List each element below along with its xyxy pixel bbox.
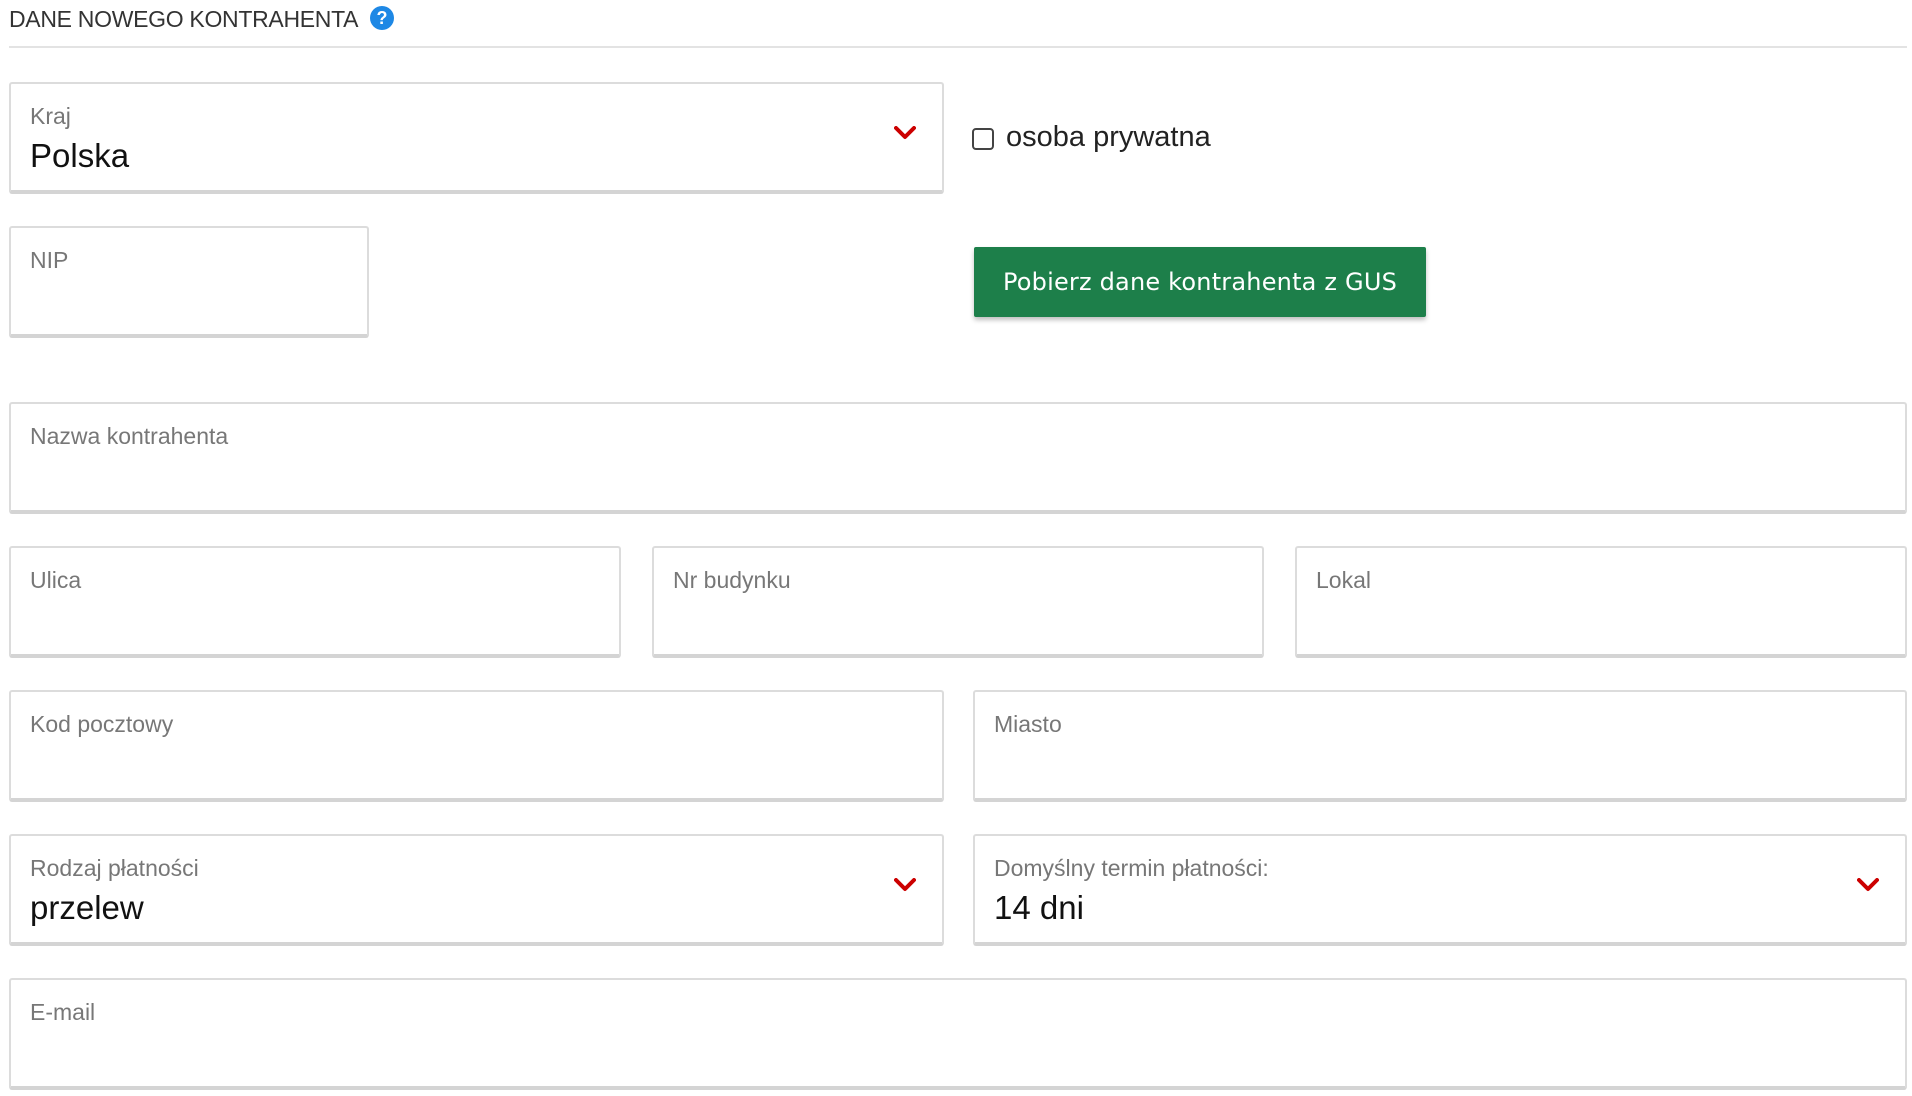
unit-label: Lokal xyxy=(1316,567,1371,593)
nip-field[interactable]: NIP xyxy=(9,226,369,338)
payment-term-label: Domyślny termin płatności: xyxy=(994,855,1269,881)
payment-type-select[interactable]: Rodzaj płatności przelew xyxy=(9,834,944,946)
street-field[interactable]: Ulica xyxy=(9,546,621,658)
city-label: Miasto xyxy=(994,711,1062,737)
country-select[interactable]: Kraj Polska xyxy=(9,82,944,194)
payment-term-select[interactable]: Domyślny termin płatności: 14 dni xyxy=(973,834,1907,946)
payment-type-value: przelew xyxy=(30,889,144,926)
building-number-label: Nr budynku xyxy=(673,567,791,593)
contractor-name-field[interactable]: Nazwa kontrahenta xyxy=(9,402,1907,514)
postal-code-label: Kod pocztowy xyxy=(30,711,174,737)
chevron-down-icon xyxy=(894,126,916,139)
city-field[interactable]: Miasto xyxy=(973,690,1907,802)
fetch-gus-button[interactable]: Pobierz dane kontrahenta z GUS xyxy=(974,247,1426,317)
payment-term-value: 14 dni xyxy=(994,889,1084,926)
building-number-field[interactable]: Nr budynku xyxy=(652,546,1264,658)
payment-type-label: Rodzaj płatności xyxy=(30,855,199,881)
postal-code-field[interactable]: Kod pocztowy xyxy=(9,690,944,802)
contractor-name-label: Nazwa kontrahenta xyxy=(30,423,229,449)
nip-label: NIP xyxy=(30,247,69,273)
country-label: Kraj xyxy=(30,103,71,129)
chevron-down-icon xyxy=(894,878,916,891)
section-header: DANE NOWEGO KONTRAHENTA ? xyxy=(9,0,1907,48)
country-value: Polska xyxy=(30,137,130,174)
section-title: DANE NOWEGO KONTRAHENTA xyxy=(9,6,359,32)
street-label: Ulica xyxy=(30,567,82,593)
private-person-label: osoba prywatna xyxy=(1006,121,1211,153)
unit-field[interactable]: Lokal xyxy=(1295,546,1907,658)
email-field[interactable]: E-mail xyxy=(9,978,1907,1090)
private-person-checkbox[interactable] xyxy=(972,128,994,150)
chevron-down-icon xyxy=(1857,878,1879,891)
email-label: E-mail xyxy=(30,999,96,1025)
help-icon[interactable]: ? xyxy=(370,6,394,30)
